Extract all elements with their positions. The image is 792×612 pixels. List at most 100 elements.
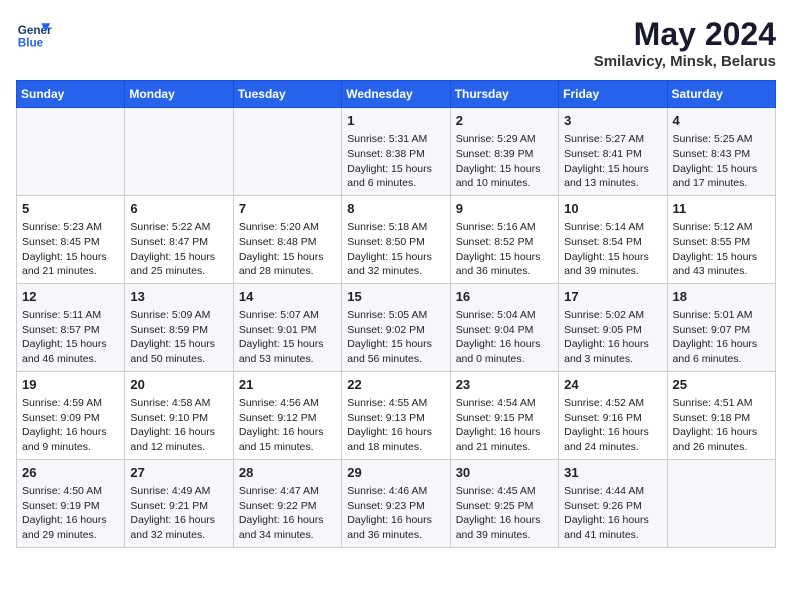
calendar-cell: 16 Sunrise: 5:04 AMSunset: 9:04 PMDayligh… bbox=[450, 283, 558, 371]
day-number: 13 bbox=[130, 288, 227, 306]
day-number: 24 bbox=[564, 376, 661, 394]
header-sunday: Sunday bbox=[17, 81, 125, 108]
calendar-cell: 27Sunrise: 4:49 AMSunset: 9:21 PMDayligh… bbox=[125, 459, 233, 547]
day-info: Sunrise: 5:31 AMSunset: 8:38 PMDaylight:… bbox=[347, 132, 444, 191]
day-number: 2 bbox=[456, 112, 553, 130]
day-info: Sunrise: 5:01 AMSunset: 9:07 PMDaylight:… bbox=[673, 308, 770, 367]
day-number: 12 bbox=[22, 288, 119, 306]
day-number: 19 bbox=[22, 376, 119, 394]
day-info: Sunrise: 4:46 AMSunset: 9:23 PMDaylight:… bbox=[347, 484, 444, 543]
day-number: 26 bbox=[22, 464, 119, 482]
day-number: 27 bbox=[130, 464, 227, 482]
calendar-cell: 21 Sunrise: 4:56 AMSunset: 9:12 PMDayligh… bbox=[233, 371, 341, 459]
logo: General Blue bbox=[16, 16, 52, 52]
day-info: Sunrise: 5:22 AMSunset: 8:47 PMDaylight:… bbox=[130, 220, 227, 279]
day-number: 21 bbox=[239, 376, 336, 394]
day-info: Sunrise: 5:11 AMSunset: 8:57 PMDaylight:… bbox=[22, 308, 119, 367]
header-monday: Monday bbox=[125, 81, 233, 108]
day-info: Sunrise: 4:56 AMSunset: 9:12 PMDaylight:… bbox=[239, 396, 336, 455]
calendar-week-3: 12 Sunrise: 5:11 AMSunset: 8:57 PMDayligh… bbox=[17, 283, 776, 371]
day-info: Sunrise: 5:14 AMSunset: 8:54 PMDaylight:… bbox=[564, 220, 661, 279]
calendar-cell: 25 Sunrise: 4:51 AMSunset: 9:18 PMDayligh… bbox=[667, 371, 775, 459]
calendar-cell bbox=[125, 108, 233, 196]
calendar-cell: 23Sunrise: 4:54 AMSunset: 9:15 PMDayligh… bbox=[450, 371, 558, 459]
day-info: Sunrise: 5:16 AMSunset: 8:52 PMDaylight:… bbox=[456, 220, 553, 279]
header-saturday: Saturday bbox=[667, 81, 775, 108]
calendar-cell: 18 Sunrise: 5:01 AMSunset: 9:07 PMDayligh… bbox=[667, 283, 775, 371]
day-number: 6 bbox=[130, 200, 227, 218]
day-number: 22 bbox=[347, 376, 444, 394]
day-info: Sunrise: 5:09 AMSunset: 8:59 PMDaylight:… bbox=[130, 308, 227, 367]
day-number: 8 bbox=[347, 200, 444, 218]
day-info: Sunrise: 5:25 AMSunset: 8:43 PMDaylight:… bbox=[673, 132, 770, 191]
calendar-week-1: 1 Sunrise: 5:31 AMSunset: 8:38 PMDaylight… bbox=[17, 108, 776, 196]
calendar-cell: 24 Sunrise: 4:52 AMSunset: 9:16 PMDayligh… bbox=[559, 371, 667, 459]
calendar-cell: 13 Sunrise: 5:09 AMSunset: 8:59 PMDayligh… bbox=[125, 283, 233, 371]
day-number: 1 bbox=[347, 112, 444, 130]
calendar-cell: 19 Sunrise: 4:59 AMSunset: 9:09 PMDayligh… bbox=[17, 371, 125, 459]
day-info: Sunrise: 4:52 AMSunset: 9:16 PMDaylight:… bbox=[564, 396, 661, 455]
calendar-cell: 2Sunrise: 5:29 AMSunset: 8:39 PMDaylight… bbox=[450, 108, 558, 196]
calendar-cell bbox=[17, 108, 125, 196]
calendar-cell: 5Sunrise: 5:23 AMSunset: 8:45 PMDaylight… bbox=[17, 195, 125, 283]
month-title: May 2024 bbox=[594, 16, 776, 53]
calendar-header-row: SundayMondayTuesdayWednesdayThursdayFrid… bbox=[17, 81, 776, 108]
day-number: 31 bbox=[564, 464, 661, 482]
calendar-cell: 9 Sunrise: 5:16 AMSunset: 8:52 PMDaylight… bbox=[450, 195, 558, 283]
day-number: 15 bbox=[347, 288, 444, 306]
day-number: 16 bbox=[456, 288, 553, 306]
header-thursday: Thursday bbox=[450, 81, 558, 108]
calendar-cell: 12 Sunrise: 5:11 AMSunset: 8:57 PMDayligh… bbox=[17, 283, 125, 371]
day-number: 25 bbox=[673, 376, 770, 394]
header-friday: Friday bbox=[559, 81, 667, 108]
calendar-cell: 17Sunrise: 5:02 AMSunset: 9:05 PMDayligh… bbox=[559, 283, 667, 371]
day-number: 14 bbox=[239, 288, 336, 306]
day-info: Sunrise: 5:04 AMSunset: 9:04 PMDaylight:… bbox=[456, 308, 553, 367]
day-info: Sunrise: 4:51 AMSunset: 9:18 PMDaylight:… bbox=[673, 396, 770, 455]
day-number: 28 bbox=[239, 464, 336, 482]
day-info: Sunrise: 4:50 AMSunset: 9:19 PMDaylight:… bbox=[22, 484, 119, 543]
calendar-cell: 30 Sunrise: 4:45 AMSunset: 9:25 PMDayligh… bbox=[450, 459, 558, 547]
calendar-cell: 8 Sunrise: 5:18 AMSunset: 8:50 PMDaylight… bbox=[342, 195, 450, 283]
day-info: Sunrise: 5:27 AMSunset: 8:41 PMDaylight:… bbox=[564, 132, 661, 191]
header-tuesday: Tuesday bbox=[233, 81, 341, 108]
calendar-cell: 6 Sunrise: 5:22 AMSunset: 8:47 PMDaylight… bbox=[125, 195, 233, 283]
day-info: Sunrise: 5:07 AMSunset: 9:01 PMDaylight:… bbox=[239, 308, 336, 367]
day-info: Sunrise: 5:23 AMSunset: 8:45 PMDaylight:… bbox=[22, 220, 119, 279]
calendar-cell: 10Sunrise: 5:14 AMSunset: 8:54 PMDayligh… bbox=[559, 195, 667, 283]
calendar-cell: 15 Sunrise: 5:05 AMSunset: 9:02 PMDayligh… bbox=[342, 283, 450, 371]
calendar-cell bbox=[667, 459, 775, 547]
day-number: 4 bbox=[673, 112, 770, 130]
day-number: 3 bbox=[564, 112, 661, 130]
svg-text:Blue: Blue bbox=[18, 37, 44, 50]
calendar-cell bbox=[233, 108, 341, 196]
calendar-cell: 26 Sunrise: 4:50 AMSunset: 9:19 PMDayligh… bbox=[17, 459, 125, 547]
day-number: 18 bbox=[673, 288, 770, 306]
day-info: Sunrise: 5:20 AMSunset: 8:48 PMDaylight:… bbox=[239, 220, 336, 279]
day-number: 7 bbox=[239, 200, 336, 218]
day-number: 30 bbox=[456, 464, 553, 482]
calendar-week-5: 26 Sunrise: 4:50 AMSunset: 9:19 PMDayligh… bbox=[17, 459, 776, 547]
day-number: 20 bbox=[130, 376, 227, 394]
logo-icon: General Blue bbox=[16, 16, 52, 52]
day-info: Sunrise: 4:58 AMSunset: 9:10 PMDaylight:… bbox=[130, 396, 227, 455]
calendar-cell: 7 Sunrise: 5:20 AMSunset: 8:48 PMDaylight… bbox=[233, 195, 341, 283]
calendar-cell: 22Sunrise: 4:55 AMSunset: 9:13 PMDayligh… bbox=[342, 371, 450, 459]
calendar-cell: 11 Sunrise: 5:12 AMSunset: 8:55 PMDayligh… bbox=[667, 195, 775, 283]
calendar-cell: 31Sunrise: 4:44 AMSunset: 9:26 PMDayligh… bbox=[559, 459, 667, 547]
day-number: 9 bbox=[456, 200, 553, 218]
calendar-cell: 4 Sunrise: 5:25 AMSunset: 8:43 PMDaylight… bbox=[667, 108, 775, 196]
calendar-cell: 29Sunrise: 4:46 AMSunset: 9:23 PMDayligh… bbox=[342, 459, 450, 547]
day-info: Sunrise: 4:54 AMSunset: 9:15 PMDaylight:… bbox=[456, 396, 553, 455]
day-info: Sunrise: 5:18 AMSunset: 8:50 PMDaylight:… bbox=[347, 220, 444, 279]
calendar-cell: 20 Sunrise: 4:58 AMSunset: 9:10 PMDayligh… bbox=[125, 371, 233, 459]
header-wednesday: Wednesday bbox=[342, 81, 450, 108]
calendar-cell: 3 Sunrise: 5:27 AMSunset: 8:41 PMDaylight… bbox=[559, 108, 667, 196]
day-info: Sunrise: 4:59 AMSunset: 9:09 PMDaylight:… bbox=[22, 396, 119, 455]
day-info: Sunrise: 4:45 AMSunset: 9:25 PMDaylight:… bbox=[456, 484, 553, 543]
day-number: 11 bbox=[673, 200, 770, 218]
day-info: Sunrise: 4:47 AMSunset: 9:22 PMDaylight:… bbox=[239, 484, 336, 543]
page-header: General Blue May 2024 Smilavicy, Minsk, … bbox=[16, 16, 776, 70]
day-info: Sunrise: 5:12 AMSunset: 8:55 PMDaylight:… bbox=[673, 220, 770, 279]
day-info: Sunrise: 5:05 AMSunset: 9:02 PMDaylight:… bbox=[347, 308, 444, 367]
